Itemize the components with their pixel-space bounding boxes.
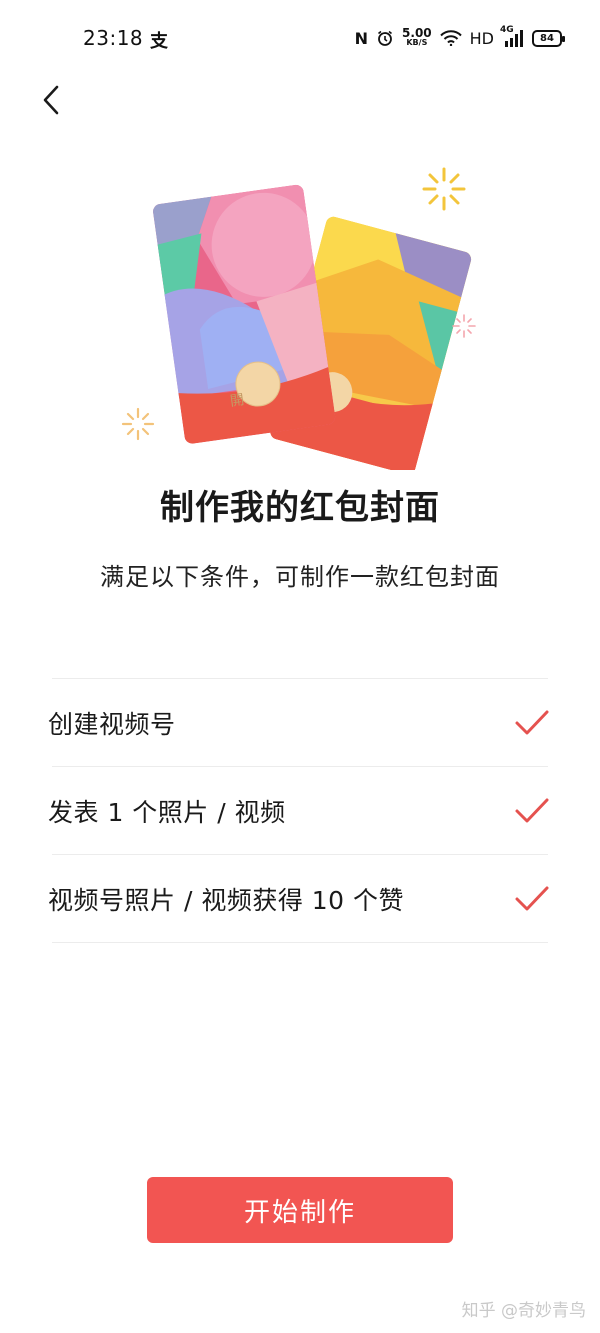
alipay-icon: 支 <box>150 31 168 52</box>
condition-label: 创建视频号 <box>48 709 176 739</box>
network-speed-unit: KB/S <box>406 38 428 47</box>
condition-item: 发表 1 个照片 / 视频 <box>48 767 549 855</box>
back-button[interactable] <box>34 82 68 118</box>
sparkle-icon <box>121 407 155 441</box>
alarm-icon <box>376 29 394 47</box>
check-icon <box>515 710 549 734</box>
sparkle-icon <box>422 167 466 211</box>
battery-icon: 84 <box>532 29 565 47</box>
nfc-icon: N <box>354 28 369 48</box>
conditions-list: 创建视频号 发表 1 个照片 / 视频 视频号照片 / 视频获得 10 个赞 <box>48 678 549 943</box>
condition-label: 视频号照片 / 视频获得 10 个赞 <box>48 885 405 915</box>
check-icon <box>515 886 549 910</box>
network-speed-value: 5.00 <box>402 26 432 40</box>
sparkle-icon <box>452 314 476 338</box>
hd-indicator: HD <box>469 28 494 48</box>
network-type: 4G <box>500 25 514 35</box>
battery-level: 84 <box>540 32 554 44</box>
wifi-icon <box>439 30 462 46</box>
page-subtitle: 满足以下条件，可制作一款红包封面 <box>100 563 500 591</box>
watermark: 知乎 @奇妙青鸟 <box>461 1301 586 1321</box>
condition-label: 发表 1 个照片 / 视频 <box>48 797 286 827</box>
network-speed: 5.00 KB/S <box>402 26 432 48</box>
condition-item: 创建视频号 <box>48 679 549 767</box>
page-title: 制作我的红包封面 <box>160 488 440 528</box>
signal-icon: 4G <box>500 25 524 47</box>
status-icons: N 5.00 KB/S HD 4G 84 <box>354 24 565 52</box>
condition-item: 视频号照片 / 视频获得 10 个赞 <box>48 855 549 943</box>
status-time: 23:18 <box>83 26 144 50</box>
status-bar: 23:18 支 N 5.00 KB/S HD 4G 84 <box>0 0 600 76</box>
chevron-left-icon <box>43 85 59 115</box>
envelope-seal-text: 開 <box>229 392 245 410</box>
red-envelope-illustration: 開 <box>110 160 490 476</box>
start-making-button[interactable]: 开始制作 <box>147 1177 453 1243</box>
check-icon <box>515 798 549 822</box>
